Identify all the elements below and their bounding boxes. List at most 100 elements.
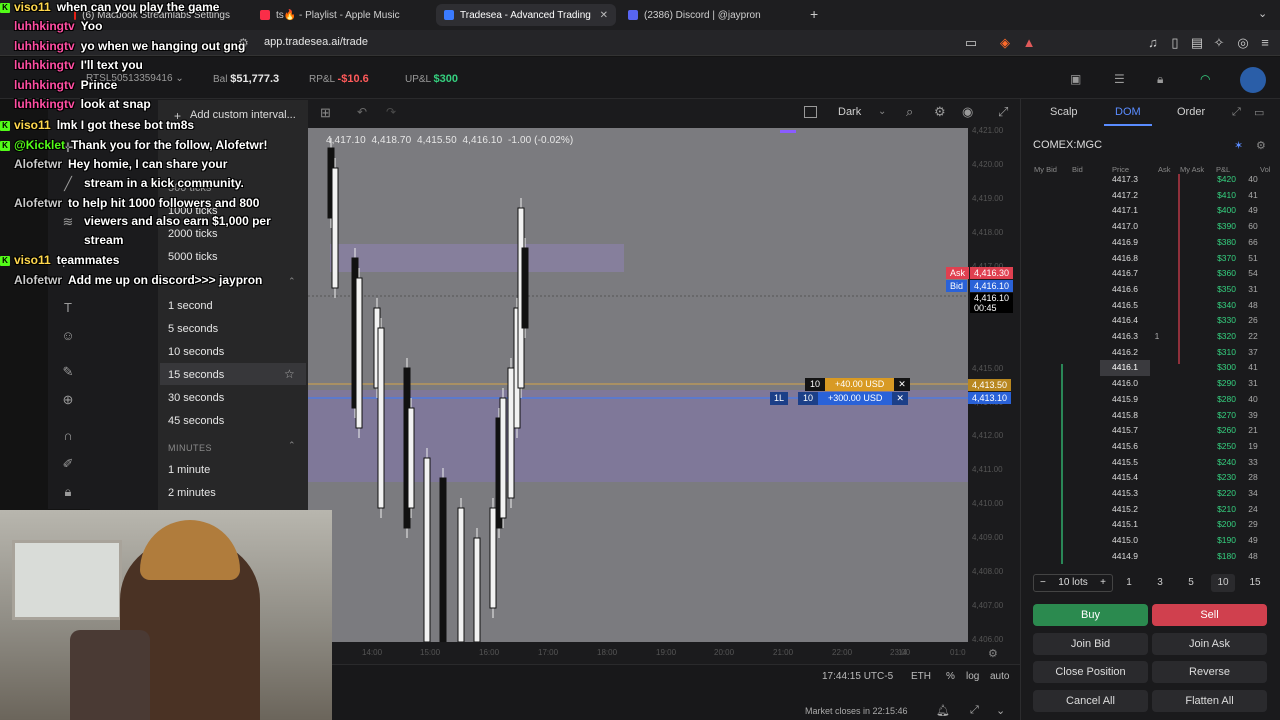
session-toggle[interactable]: ETH (911, 671, 931, 682)
dom-row[interactable]: 4415.6 $250 19 (1030, 439, 1275, 455)
join-bid-button[interactable]: Join Bid (1033, 633, 1148, 655)
dom-row[interactable]: 4417.2 $410 41 (1030, 188, 1275, 204)
log-toggle[interactable]: log (966, 671, 979, 682)
add-custom-interval[interactable]: Add custom interval... (190, 109, 296, 121)
emoji-icon[interactable]: ☺ (59, 328, 77, 346)
plus-icon[interactable]: + (1100, 575, 1106, 591)
lock-icon[interactable]: 🔒︎ (1157, 72, 1163, 87)
dom-row[interactable]: 4415.8 $270 39 (1030, 408, 1275, 424)
dom-row[interactable]: 4415.4 $230 28 (1030, 470, 1275, 486)
dom-row[interactable]: 4416.9 $380 66 (1030, 235, 1275, 251)
interval-1-minute[interactable]: 1 minute (168, 460, 298, 480)
redo-icon[interactable]: ↷ (386, 105, 396, 119)
close-tab-icon[interactable]: ✕ (600, 10, 608, 21)
close-order2-icon[interactable]: ✕ (892, 392, 908, 405)
undo-icon[interactable]: ↶ (357, 105, 367, 119)
expand-panel-icon[interactable]: ⤢ (970, 704, 979, 717)
auto-toggle[interactable]: auto (990, 671, 1009, 682)
dom-row[interactable]: 4415.7 $260 21 (1030, 423, 1275, 439)
text-tool-icon[interactable]: T (59, 300, 77, 318)
dom-row[interactable]: 4416.4 $330 26 (1030, 313, 1275, 329)
popout-icon[interactable]: ⤢ (1232, 106, 1241, 119)
music-note-icon[interactable]: ♫ (1144, 34, 1162, 52)
minus-icon[interactable]: − (1040, 575, 1046, 591)
sidebar-icon[interactable]: ▯ (1166, 34, 1184, 52)
vpn-icon[interactable]: ◎ (1234, 34, 1252, 52)
dom-row[interactable]: 4416.8 $370 51 (1030, 251, 1275, 267)
cancel-all-button[interactable]: Cancel All (1033, 690, 1148, 712)
interval-1-second[interactable]: 1 second (168, 296, 298, 316)
dom-row[interactable]: 4416.6 $350 31 (1030, 282, 1275, 298)
interval-10-seconds[interactable]: 10 seconds (168, 342, 298, 362)
dom-row[interactable]: 4416.0 $290 31 (1030, 376, 1275, 392)
wallet-icon[interactable]: ▤ (1188, 34, 1206, 52)
dom-row[interactable]: 4414.9 $180 48 (1030, 549, 1275, 565)
dom-row[interactable]: 4417.3 $420 40 (1030, 172, 1275, 188)
leo-icon[interactable]: ✧ (1210, 34, 1228, 52)
brave-shield-icon[interactable]: ◈ (996, 34, 1014, 52)
rewards-icon[interactable]: ▲ (1020, 34, 1038, 52)
dom-row[interactable]: 4415.2 $210 24 (1030, 502, 1275, 518)
dom-row[interactable]: 4415.3 $220 34 (1030, 486, 1275, 502)
zoom-in-icon[interactable]: ⊕ (59, 392, 77, 410)
new-tab-button[interactable]: + (810, 6, 818, 22)
lots-stepper[interactable]: −10 lots + (1033, 574, 1113, 592)
close-position-button[interactable]: Close Position (1033, 661, 1148, 683)
menu-icon[interactable]: ≡ (1256, 34, 1274, 52)
window-icon[interactable]: ▭ (1254, 106, 1264, 119)
ruler-icon[interactable]: ✎ (59, 364, 77, 382)
tab-list-icon[interactable]: ⌄ (1258, 7, 1267, 20)
cast-icon[interactable]: ▭ (962, 34, 980, 52)
chevron-down-icon[interactable]: ⌄ (996, 704, 1005, 717)
interval-5000-ticks[interactable]: 5000 ticks (168, 247, 298, 267)
close-order1-icon[interactable]: ✕ (894, 378, 910, 391)
star-icon[interactable]: ☆ (284, 367, 295, 381)
zoom-icon[interactable]: ⌕ (906, 104, 913, 120)
dom-row[interactable]: 4416.7 $360 54 (1030, 266, 1275, 282)
fullscreen-icon[interactable] (804, 106, 817, 118)
order2-label[interactable]: 1L 10 +300.00 USD ✕ (770, 392, 908, 405)
percent-toggle[interactable]: % (946, 671, 955, 682)
tab-order[interactable]: Order (1177, 106, 1205, 118)
interval-5-seconds[interactable]: 5 seconds (168, 319, 298, 339)
gear-icon[interactable]: ⚙ (1256, 139, 1266, 152)
pencil-lock-icon[interactable]: ✐ (59, 456, 77, 474)
camera-icon[interactable]: ◉ (962, 104, 973, 120)
bluetooth-link-icon[interactable]: ✶ (1234, 139, 1243, 152)
expand-icon[interactable]: ⤢ (998, 104, 1008, 120)
dom-row[interactable]: 4415.9 $280 40 (1030, 392, 1275, 408)
layout-icon[interactable]: ▣ (1070, 72, 1081, 86)
tab-apple-music[interactable]: ts🔥 - Playlist - Apple Music (252, 4, 422, 26)
buy-button[interactable]: Buy (1033, 604, 1148, 626)
qty-1-button[interactable]: 1 (1117, 574, 1141, 592)
dom-row[interactable]: 4416.1 $300 41 (1030, 360, 1275, 377)
dom-row[interactable]: 4415.0 $190 49 (1030, 533, 1275, 549)
sell-button[interactable]: Sell (1152, 604, 1267, 626)
interval-15-seconds[interactable]: 15 seconds (168, 365, 298, 385)
interval-45-seconds[interactable]: 45 seconds (168, 411, 298, 431)
gear-icon[interactable]: ⚙ (934, 104, 946, 120)
theme-select[interactable]: Dark (838, 106, 861, 118)
qty-5-button[interactable]: 5 (1179, 574, 1203, 592)
dom-row[interactable]: 4416.5 $340 48 (1030, 298, 1275, 314)
bell-icon[interactable]: 🔔︎ (936, 704, 950, 717)
chevron-up-icon[interactable]: ⌃ (288, 276, 296, 287)
reverse-button[interactable]: Reverse (1152, 661, 1267, 683)
qty-10-button[interactable]: 10 (1211, 574, 1235, 592)
qty-15-button[interactable]: 15 (1243, 574, 1267, 592)
settings-sliders-icon[interactable]: ☰ (1114, 72, 1125, 86)
dom-row[interactable]: 4417.0 $390 60 (1030, 219, 1275, 235)
url-field[interactable]: app.tradesea.ai/trade (264, 36, 368, 48)
flatten-all-button[interactable]: Flatten All (1152, 690, 1267, 712)
magnet-icon[interactable]: ∩ (59, 428, 77, 446)
dom-row[interactable]: 4415.1 $200 29 (1030, 517, 1275, 533)
tab-tradesea[interactable]: Tradesea - Advanced Trading ✕ (436, 4, 616, 26)
tab-discord[interactable]: (2386) Discord | @jaypron (620, 4, 800, 26)
dom-row[interactable]: 4416.3 1 $320 22 (1030, 329, 1275, 345)
dom-row[interactable]: 4416.2 $310 37 (1030, 345, 1275, 361)
avatar[interactable] (1240, 67, 1266, 93)
join-ask-button[interactable]: Join Ask (1152, 633, 1267, 655)
lock-drawings-icon[interactable]: 🔒︎ (59, 484, 77, 502)
interval-2-minutes[interactable]: 2 minutes (168, 483, 298, 503)
interval-30-seconds[interactable]: 30 seconds (168, 388, 298, 408)
